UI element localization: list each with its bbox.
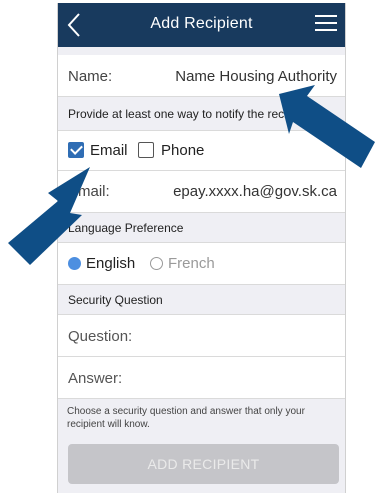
french-radio[interactable] bbox=[150, 257, 163, 270]
question-input[interactable]: Question: bbox=[68, 328, 132, 345]
phone-checkbox[interactable] bbox=[138, 142, 154, 158]
question-row[interactable]: Question: bbox=[58, 315, 345, 357]
hamburger-menu-icon[interactable] bbox=[315, 15, 337, 35]
annotation-arrow-right-icon bbox=[279, 85, 375, 168]
security-section-header: Security Question bbox=[58, 285, 345, 315]
answer-input[interactable]: Answer: bbox=[68, 370, 122, 387]
email-option-label[interactable]: Email bbox=[90, 142, 128, 159]
security-help-text: Choose a security question and answer th… bbox=[67, 406, 305, 430]
add-recipient-button[interactable]: ADD RECIPIENT bbox=[68, 444, 339, 484]
email-checkbox[interactable] bbox=[68, 142, 84, 158]
phone-option-label[interactable]: Phone bbox=[161, 142, 204, 159]
annotation-arrow-left-icon bbox=[8, 167, 90, 265]
page-title: Add Recipient bbox=[150, 15, 253, 32]
answer-row[interactable]: Answer: bbox=[58, 357, 345, 399]
french-label[interactable]: French bbox=[168, 255, 215, 272]
email-field[interactable]: epay.xxxx.ha@gov.sk.ca bbox=[173, 183, 337, 200]
navbar: Add Recipient bbox=[58, 3, 345, 47]
name-label: Name: bbox=[68, 68, 113, 85]
